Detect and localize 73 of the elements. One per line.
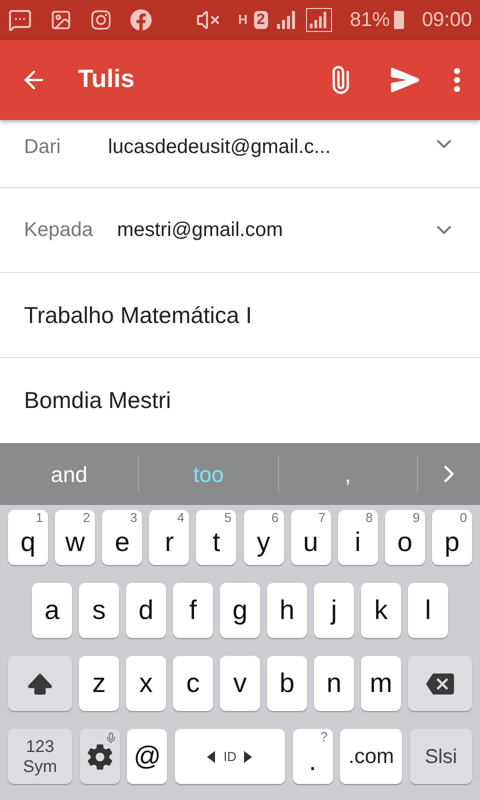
space-key[interactable]: ID — [174, 729, 285, 784]
key[interactable]: c — [173, 656, 213, 711]
key-hint: 9 — [412, 511, 420, 525]
key[interactable]: a — [32, 583, 72, 638]
menu-button[interactable] — [454, 68, 460, 92]
screen-title: Tulis — [78, 64, 136, 96]
key-hint: 2 — [82, 511, 90, 525]
key-label: Sym — [23, 756, 57, 776]
key[interactable]: j — [314, 583, 354, 638]
key-hint: 1 — [36, 511, 43, 525]
key[interactable]: 9 o — [384, 510, 425, 565]
recipient-field[interactable]: mestri@gmail.com — [117, 215, 432, 245]
field-label: Kepada — [24, 218, 94, 243]
key[interactable]: ? . — [292, 729, 333, 784]
key[interactable]: 1 q — [8, 510, 48, 565]
message-icon — [8, 8, 32, 32]
backspace-key[interactable] — [408, 656, 472, 711]
key[interactable]: f — [173, 583, 213, 638]
key[interactable]: 4 r — [149, 510, 190, 565]
key[interactable]: h — [267, 583, 307, 638]
clock: 09:00 — [422, 8, 472, 33]
action-key[interactable]: Slsi — [410, 729, 472, 784]
key-label: 123 — [26, 736, 54, 756]
mute-icon — [196, 8, 220, 32]
camera-icon — [90, 9, 112, 31]
key[interactable]: 0 p — [432, 510, 472, 565]
key[interactable]: 5 t — [196, 510, 236, 565]
key[interactable]: 8 i — [338, 510, 378, 565]
subject-field[interactable]: Trabalho Matemática I — [24, 298, 252, 332]
key[interactable]: .com — [340, 729, 402, 784]
image-icon — [50, 9, 72, 31]
battery-percent: 81% — [350, 8, 390, 33]
key[interactable]: b — [267, 656, 307, 711]
key-hint: 4 — [177, 511, 184, 525]
key-hint: 3 — [130, 511, 138, 525]
key[interactable]: g — [220, 583, 260, 638]
key-hint: 7 — [318, 511, 326, 525]
mic-icon — [104, 732, 117, 744]
key-hint: ? — [320, 730, 328, 744]
key[interactable]: 3 e — [102, 510, 142, 565]
symbols-key[interactable]: 123 Sym — [8, 729, 72, 784]
key[interactable]: d — [126, 583, 166, 638]
body-field[interactable]: Bomdia Mestri — [24, 383, 171, 418]
key[interactable]: 2 w — [55, 510, 96, 565]
left-triangle-icon — [207, 750, 216, 762]
network-type: H — [238, 11, 248, 30]
send-icon — [390, 65, 420, 95]
key[interactable]: v — [220, 656, 260, 711]
key[interactable]: x — [126, 656, 166, 711]
field-label: Dari — [24, 135, 62, 160]
key[interactable]: n — [314, 656, 354, 711]
key[interactable]: k — [361, 583, 401, 638]
send-button[interactable] — [390, 65, 420, 95]
key-hint: 8 — [366, 511, 373, 525]
key[interactable]: z — [79, 656, 119, 711]
shift-key[interactable] — [8, 656, 72, 711]
signal-icon — [306, 8, 332, 32]
key[interactable]: m — [361, 656, 401, 711]
key-hint: 6 — [271, 511, 279, 525]
key[interactable]: 6 y — [244, 510, 284, 565]
more-icon — [454, 68, 460, 92]
key-hint: 5 — [224, 511, 232, 525]
key[interactable]: s — [79, 583, 119, 638]
key[interactable]: @ — [127, 729, 168, 784]
sim-number: 2 — [254, 11, 268, 29]
sender-field[interactable]: lucasdedeusit@gmail.c... — [108, 132, 432, 162]
settings-icon — [86, 742, 114, 770]
key[interactable]: 7 u — [290, 510, 331, 565]
battery-icon — [394, 11, 404, 29]
key-hint: 0 — [460, 511, 467, 525]
right-triangle-icon — [244, 750, 252, 762]
settings-key[interactable] — [80, 729, 120, 784]
key[interactable]: l — [408, 583, 448, 638]
